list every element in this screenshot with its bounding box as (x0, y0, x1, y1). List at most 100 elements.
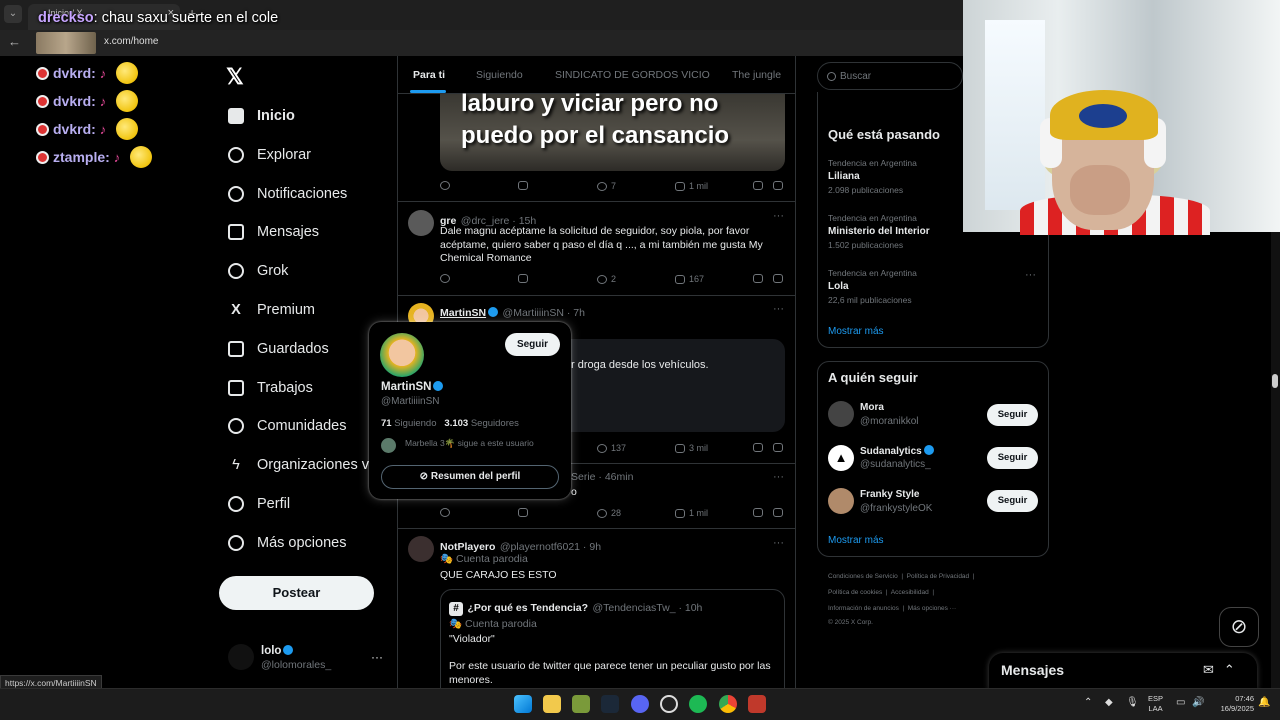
hovercard-handle[interactable]: @MartiiiinSN (381, 396, 440, 407)
scrollbar-thumb[interactable] (1272, 374, 1278, 388)
tweet-more-icon[interactable]: ··· (773, 537, 784, 549)
footer-link[interactable]: Accesibilidad (891, 589, 929, 596)
bookmark-button[interactable] (753, 274, 763, 283)
footer-link[interactable]: Política de cookies (828, 589, 882, 596)
nav-item-trabajos[interactable]: Trabajos (228, 373, 313, 403)
avatar[interactable] (408, 210, 434, 236)
expand-icon[interactable]: ⌃ (1224, 662, 1245, 677)
trend-more-icon[interactable]: ··· (1025, 269, 1036, 281)
messages-title[interactable]: Mensajes (1001, 662, 1064, 678)
clock[interactable]: 07:46 16/9/2025 (1212, 694, 1254, 714)
discord-icon[interactable] (631, 695, 649, 713)
nav-item-perfil[interactable]: Perfil (228, 489, 290, 519)
suggestion-handle[interactable]: @sudanalytics_ (860, 459, 931, 470)
followers-label[interactable]: Seguidores (471, 418, 519, 429)
trend-item[interactable]: Tendencia en Argentina Lola 22,6 mil pub… (828, 268, 917, 305)
back-arrow-icon[interactable]: ← (8, 34, 21, 49)
tweet-more-icon[interactable]: ··· (773, 471, 784, 483)
tray-app-icon[interactable]: ◆ (1105, 697, 1113, 708)
tray-chevron-icon[interactable]: ⌃ (1084, 697, 1092, 708)
search-input[interactable]: Buscar (817, 62, 963, 90)
bookmark-button[interactable] (753, 508, 763, 517)
footer-link[interactable]: Información de anuncios (828, 605, 899, 612)
tab-para-ti[interactable]: Para ti (413, 69, 445, 81)
nav-item-comunidades[interactable]: Comunidades (228, 411, 346, 441)
language-indicator[interactable]: ESP LAA (1148, 694, 1163, 714)
like-button[interactable]: 7 (597, 181, 616, 191)
nav-item-explorar[interactable]: Explorar (228, 140, 311, 170)
footer-link[interactable]: Condiciones de Servicio (828, 573, 898, 580)
share-button[interactable] (773, 181, 783, 190)
tweet-author[interactable]: MartinSN (440, 307, 486, 319)
footer-link[interactable]: Política de Privacidad (907, 573, 970, 580)
tweet-more-icon[interactable]: ··· (773, 303, 784, 315)
views-button[interactable]: 1 mil (675, 508, 708, 518)
footer-link[interactable]: Más opciones ··· (908, 605, 956, 612)
suggestion-name[interactable]: Franky Style (860, 489, 919, 500)
retweet-button[interactable] (518, 274, 528, 283)
spotify-icon[interactable] (689, 695, 707, 713)
volume-icon[interactable]: 🔊 (1192, 697, 1204, 708)
tab-the-jungle[interactable]: The jungle (732, 69, 781, 81)
nav-item-mensajes[interactable]: Mensajes (228, 217, 319, 247)
like-button[interactable]: 28 (597, 508, 621, 518)
reply-button[interactable] (440, 181, 450, 190)
bookmark-button[interactable] (753, 181, 763, 190)
like-button[interactable]: 2 (597, 274, 616, 284)
following-count[interactable]: 71 (381, 418, 392, 429)
nav-item-organizaciones[interactable]: ϟ Organizaciones v... (228, 450, 380, 480)
obs-icon[interactable] (660, 695, 678, 713)
like-button[interactable]: 137 (597, 443, 626, 453)
hovercard-avatar[interactable] (380, 333, 424, 377)
network-icon[interactable]: ▭ (1176, 697, 1185, 708)
windows-start-icon[interactable] (514, 695, 532, 713)
new-message-icon[interactable]: ✉ (1203, 662, 1224, 677)
nav-item-mas-opciones[interactable]: Más opciones (228, 528, 346, 558)
share-button[interactable] (773, 508, 783, 517)
x-logo-icon[interactable]: 𝕏 (226, 64, 244, 90)
post-button[interactable]: Postear (219, 576, 374, 610)
nav-item-guardados[interactable]: Guardados (228, 334, 329, 364)
sudanalytics-logo-icon[interactable]: ▲ (828, 445, 854, 471)
avatar[interactable] (408, 536, 434, 562)
app-icon[interactable] (748, 695, 766, 713)
views-button[interactable]: 3 mil (675, 443, 708, 453)
grok-floating-button[interactable]: ⊘ (1219, 607, 1259, 647)
tab-search-button[interactable]: ⌄ (4, 5, 22, 23)
nav-item-grok[interactable]: Grok (228, 256, 288, 286)
avatar[interactable] (828, 488, 854, 514)
following-label[interactable]: Siguiendo (394, 418, 436, 429)
suggestion-handle[interactable]: @frankystyleOK (860, 503, 932, 514)
trends-show-more[interactable]: Mostrar más (828, 326, 884, 337)
follow-button[interactable]: Seguir (505, 333, 560, 356)
nav-item-inicio[interactable]: Inicio (228, 101, 295, 131)
followers-count[interactable]: 3.103 (444, 418, 468, 429)
reply-button[interactable] (440, 274, 450, 283)
account-more-icon[interactable]: ··· (371, 650, 383, 664)
retweet-button[interactable] (518, 508, 528, 517)
suggestion-name[interactable]: Sudanalytics (860, 445, 934, 457)
who-show-more[interactable]: Mostrar más (828, 535, 884, 546)
follow-button[interactable]: Seguir (987, 404, 1038, 426)
nav-item-premium[interactable]: X Premium (228, 295, 315, 325)
chrome-icon[interactable] (719, 695, 737, 713)
profile-summary-button[interactable]: ⊘ Resumen del perfil (381, 465, 559, 489)
retweet-button[interactable] (518, 181, 528, 190)
views-button[interactable]: 1 mil (675, 181, 708, 191)
follow-button[interactable]: Seguir (987, 447, 1038, 469)
hovercard-name[interactable]: MartinSN (381, 381, 444, 393)
tab-sindicato[interactable]: SINDICATO DE GORDOS VICIO (555, 69, 710, 81)
account-avatar[interactable] (228, 644, 254, 670)
nav-item-notificaciones[interactable]: Notificaciones (228, 179, 347, 209)
tweet-handle[interactable]: Serie · 46min (571, 471, 633, 483)
microphone-icon[interactable]: 🎙 (1126, 697, 1139, 708)
follow-button[interactable]: Seguir (987, 490, 1038, 512)
tweet-more-icon[interactable]: ··· (773, 210, 784, 222)
trend-item[interactable]: Tendencia en Argentina Ministerio del In… (828, 213, 930, 250)
tab-siguiendo[interactable]: Siguiendo (476, 69, 523, 81)
url-text[interactable]: x.com/home (104, 36, 158, 47)
suggestion-handle[interactable]: @moranikkol (860, 416, 919, 427)
trend-item[interactable]: Tendencia en Argentina Liliana 2.098 pub… (828, 158, 917, 195)
notification-icon[interactable]: 🔔 (1258, 697, 1270, 708)
avatar[interactable] (828, 401, 854, 427)
